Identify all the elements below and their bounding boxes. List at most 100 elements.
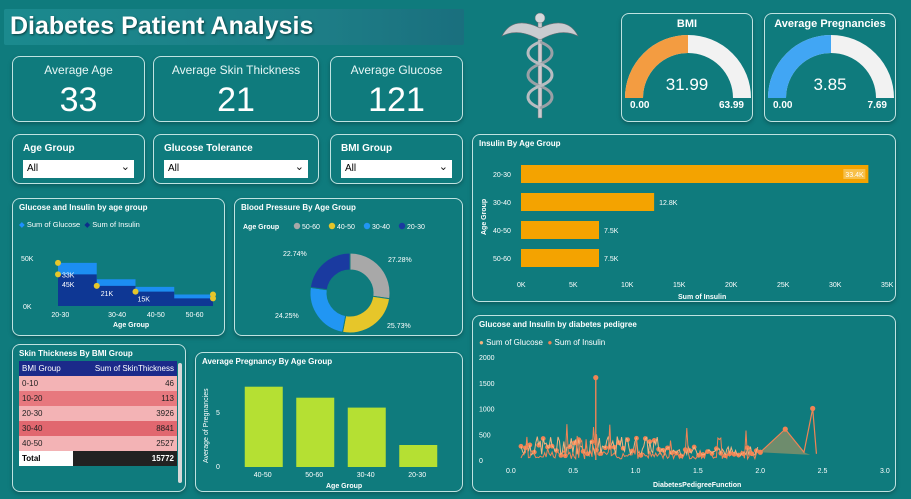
- bmi-group-dropdown[interactable]: All ⌄: [341, 160, 452, 178]
- cell-bmi-group: 30-40: [22, 424, 43, 433]
- y-tick-label: 2000: [479, 355, 495, 362]
- bar: [521, 165, 869, 183]
- x-axis-title: Sum of Insulin: [678, 294, 726, 301]
- donut-plot: Age Group 50-60 40-50 30-40 20-30 27.28% 25.73…: [243, 222, 425, 334]
- slicer-label: BMI Group: [341, 143, 393, 154]
- slice-label: 22.74%: [283, 251, 307, 258]
- slicer-label: Age Group: [23, 143, 75, 154]
- data-point: [55, 271, 61, 278]
- table-row[interactable]: 10-20 113: [19, 391, 177, 406]
- table-row[interactable]: 20-30 3926: [19, 406, 177, 421]
- pregnancy-age-chart: Average Pregnancy By Age Group 40-50 50-6…: [195, 352, 463, 492]
- x-tick-label: 0K: [517, 282, 526, 289]
- line-plot: 0 500 1000 1500 2000 0.0 0.5 1.0 1.5 2.0 2.5 3.0 Dia…: [479, 355, 890, 489]
- total-label: Total: [19, 451, 74, 466]
- x-tick-label: 10K: [621, 282, 634, 289]
- data-label: 15K: [138, 297, 151, 304]
- data-point: [810, 405, 816, 412]
- x-tick-label: 40-50: [254, 472, 272, 479]
- series-insulin-line: [520, 424, 759, 461]
- slicer-value: All: [168, 163, 180, 174]
- data-label: 33K: [62, 272, 75, 279]
- legend-item: 50-60: [302, 224, 320, 231]
- x-tick-label: 30-40: [357, 472, 375, 479]
- title-bar: Diabetes Patient Analysis: [4, 9, 464, 45]
- table-row[interactable]: 40-50 2527: [19, 436, 177, 451]
- cell-bmi-group: 0-10: [22, 379, 39, 388]
- gauge-min: 0.00: [773, 100, 793, 111]
- page-title: Diabetes Patient Analysis: [10, 12, 314, 40]
- x-tick-label: 30-40: [108, 312, 126, 319]
- total-value: 15772: [73, 451, 177, 466]
- table-header-bmi-group[interactable]: BMI Group: [19, 361, 73, 376]
- kpi-value: 33: [59, 81, 98, 119]
- column-plot: 40-50 50-60 30-40 20-30 5 0 Age Group Average o…: [203, 386, 438, 490]
- x-tick-label: 25K: [777, 282, 790, 289]
- x-tick-label: 35K: [881, 282, 894, 289]
- chevron-down-icon: ⌄: [120, 161, 130, 173]
- insulin-age-chart: Insulin By Age Group 20-30 33.4K 30-40 12.8…: [472, 134, 896, 302]
- table-header-sum-skin[interactable]: Sum of SkinThickness: [73, 361, 177, 376]
- kpi-label: Average Age: [44, 63, 113, 77]
- x-tick-label: 50-60: [305, 472, 323, 479]
- y-tick-label: 20-30: [493, 172, 511, 179]
- slice-label: 24.25%: [275, 313, 299, 320]
- kpi-label: Average Skin Thickness: [171, 63, 301, 77]
- donut-slice: [309, 252, 351, 291]
- bar: [521, 193, 655, 211]
- y-tick-label: 5: [216, 410, 220, 417]
- column: [296, 397, 335, 467]
- kpi-card-average-glucose: Average Glucose 121: [330, 56, 463, 122]
- data-point: [93, 282, 100, 289]
- value-label: 7.5K: [604, 256, 619, 263]
- legend-marker: [328, 222, 336, 230]
- cell-bmi-group: 40-50: [22, 439, 43, 448]
- data-point: [782, 426, 788, 432]
- chevron-down-icon: ⌄: [438, 161, 448, 173]
- x-tick-label: 40-50: [147, 312, 165, 319]
- donut-slice: [349, 252, 391, 300]
- cell-bmi-group: 20-30: [22, 409, 43, 418]
- skin-thickness-table-card: Skin Thickness By BMI Group BMI Group Su…: [12, 344, 186, 492]
- cell-sum: 46: [165, 379, 174, 388]
- pedigree-chart: Glucose and Insulin by diabetes pedigree…: [472, 315, 896, 492]
- x-tick-label: 0.0: [506, 468, 516, 475]
- legend-item: 30-40: [372, 224, 390, 231]
- blood-pressure-chart: Blood Pressure By Age Group Age Group 50-…: [234, 198, 463, 336]
- kpi-card-average-age: Average Age 33: [12, 56, 145, 122]
- x-tick-label: 20K: [725, 282, 738, 289]
- data-point: [210, 295, 216, 302]
- legend-item: 40-50: [337, 224, 355, 231]
- y-tick-label: 50-60: [493, 256, 511, 263]
- table-row[interactable]: 0-10 46: [19, 376, 177, 391]
- chevron-down-icon: ⌄: [294, 161, 304, 173]
- gauge-value: 31.99: [665, 75, 709, 94]
- y-tick-label: 0: [216, 464, 220, 471]
- legend-marker: [398, 222, 406, 230]
- age-group-dropdown[interactable]: All ⌄: [23, 160, 134, 178]
- x-tick-label: 15K: [673, 282, 686, 289]
- y-tick-label: 30-40: [493, 200, 511, 207]
- slicer-glucose-tolerance: Glucose Tolerance All ⌄: [153, 134, 319, 184]
- legend-marker: [363, 222, 371, 230]
- glucose-tolerance-dropdown[interactable]: All ⌄: [164, 160, 308, 178]
- y-tick-label: 1500: [479, 381, 495, 388]
- legend-item: 20-30: [407, 224, 425, 231]
- value-label: 33.4K: [845, 172, 864, 179]
- y-tick-label: 0K: [23, 304, 32, 311]
- kpi-label: Average Glucose: [350, 63, 443, 77]
- x-tick-label: 20-30: [408, 472, 426, 479]
- x-axis-title: Age Group: [113, 322, 149, 329]
- gauge-value: 3.85: [813, 75, 847, 94]
- column: [399, 445, 438, 467]
- y-tick-label: 50K: [21, 256, 34, 263]
- legend-title: Age Group: [243, 224, 279, 231]
- table-row[interactable]: 30-40 8841: [19, 421, 177, 436]
- table-total-row: Total 15772: [19, 451, 177, 466]
- table-scrollbar[interactable]: [178, 363, 182, 483]
- slicer-age-group: Age Group All ⌄: [12, 134, 145, 184]
- bar-plot: 20-30 33.4K 30-40 12.8K 40-50 7.5K 50-60 7.5K 0K…: [481, 165, 894, 301]
- area-plot: 33K 45K 21K 15K 50K 0K 20-30 30-40 40-50 50-60 Age…: [21, 256, 216, 329]
- x-tick-label: 5K: [569, 282, 578, 289]
- gauge-min: 0.00: [630, 100, 650, 111]
